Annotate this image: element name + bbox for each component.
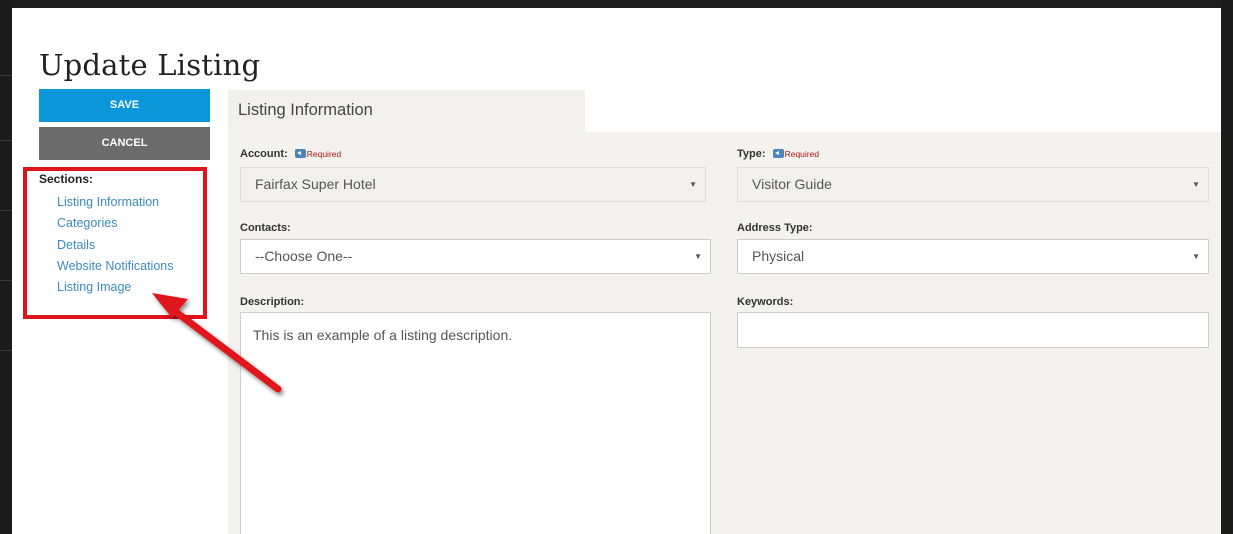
keywords-label: Keywords: [737, 296, 794, 308]
page-title: Update Listing [39, 48, 261, 82]
form-panel: Account: Required Fairfax Super Hotel ▼ … [228, 132, 1221, 534]
account-select-value: Fairfax Super Hotel [255, 176, 376, 192]
right-rail [1221, 0, 1233, 534]
contacts-label: Contacts: [240, 222, 291, 234]
address-type-select-value: Physical [752, 248, 805, 264]
contacts-select[interactable]: --Choose One-- ▼ [240, 239, 711, 274]
contacts-select-value: --Choose One-- [255, 248, 353, 264]
account-label-text: Account: [240, 148, 288, 160]
type-select-value: Visitor Guide [752, 176, 832, 192]
chevron-down-icon: ▼ [694, 252, 702, 261]
save-button[interactable]: SAVE [39, 89, 210, 122]
chevron-down-icon: ▼ [1192, 180, 1200, 189]
required-flag-icon [294, 149, 306, 159]
description-label: Description: [240, 296, 305, 308]
rail-divider [0, 210, 12, 211]
annotation-highlight-box [23, 167, 207, 319]
tab-listing-information[interactable]: Listing Information [228, 90, 585, 132]
page-content: Update Listing SAVE CANCEL Sections: Lis… [12, 8, 1221, 534]
required-flag-icon [772, 149, 784, 159]
description-textarea[interactable]: This is an example of a listing descript… [240, 312, 711, 534]
rail-divider [0, 75, 12, 76]
account-select[interactable]: Fairfax Super Hotel ▼ [240, 167, 706, 202]
left-rail [0, 0, 12, 534]
type-label: Type: Required [737, 148, 819, 160]
chevron-down-icon: ▼ [689, 180, 697, 189]
type-select[interactable]: Visitor Guide ▼ [737, 167, 1209, 202]
account-label: Account: Required [240, 148, 341, 160]
account-required: Required [294, 149, 342, 160]
rail-divider [0, 280, 12, 281]
type-required: Required [772, 149, 820, 160]
app-top-bar [0, 0, 1233, 8]
chevron-down-icon: ▼ [1192, 252, 1200, 261]
rail-divider [0, 350, 12, 351]
type-required-text: Required [784, 149, 820, 160]
rail-divider [0, 140, 12, 141]
address-type-label: Address Type: [737, 222, 813, 234]
type-label-text: Type: [737, 148, 766, 160]
account-required-text: Required [306, 149, 342, 160]
keywords-input[interactable] [737, 312, 1209, 348]
cancel-button[interactable]: CANCEL [39, 127, 210, 160]
address-type-select[interactable]: Physical ▼ [737, 239, 1209, 274]
